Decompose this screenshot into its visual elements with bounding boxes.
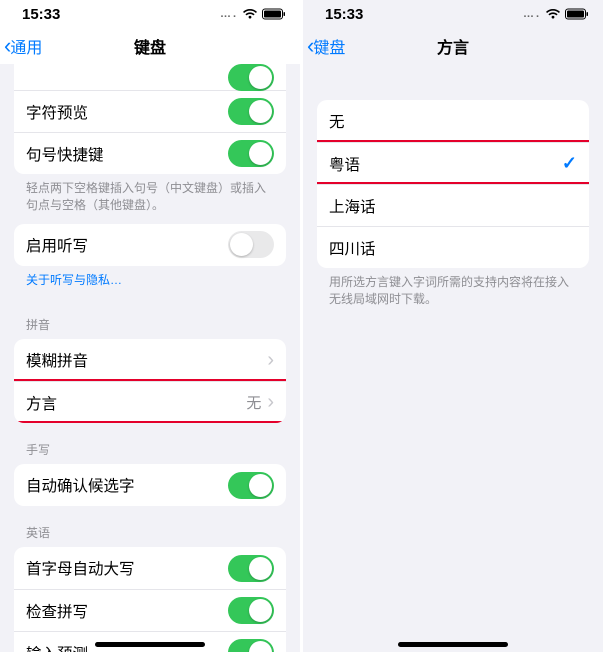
wifi-icon [545, 8, 561, 20]
settings-group-handwrite: 自动确认候选字 [14, 464, 286, 506]
back-button[interactable]: ‹ 键盘 [307, 34, 345, 58]
back-button[interactable]: ‹ 通用 [4, 34, 42, 58]
back-label: 通用 [10, 34, 42, 58]
option-label: 四川话 [329, 237, 376, 259]
option-cantonese[interactable]: 粤语 ✓ [317, 142, 589, 184]
row-dialect[interactable]: 方言 无 › [14, 381, 286, 423]
checkmark-icon: ✓ [562, 153, 577, 174]
row-partial-toggle[interactable] [14, 64, 286, 90]
option-none[interactable]: 无 [317, 100, 589, 142]
toggle-switch[interactable] [228, 140, 274, 167]
dialect-options-group: 无 粤语 ✓ 上海话 四川话 [317, 100, 589, 268]
cellular-icon: …. [220, 8, 238, 20]
page-title: 方言 [437, 34, 469, 58]
cellular-icon: …. [523, 8, 541, 20]
toggle-switch[interactable] [228, 597, 274, 624]
settings-group-english: 首字母自动大写 检查拼写 输入预测 滑行键入时逐词删除 [14, 547, 286, 652]
dialect-content: 无 粤语 ✓ 上海话 四川话 用所选方言键入字词所需的支持内容将在接入无线局域网… [303, 64, 603, 652]
row-enable-dictation[interactable]: 启用听写 [14, 224, 286, 266]
row-label: 输入预测 [26, 642, 88, 652]
phone-screen-dialect-picker: 15:33 …. ‹ 键盘 方言 无 粤语 ✓ 上海话 [303, 0, 603, 652]
status-bar: 15:33 …. [0, 0, 300, 28]
row-label: 自动确认候选字 [26, 474, 135, 496]
row-label: 方言 [26, 392, 57, 414]
toggle-switch[interactable] [228, 555, 274, 582]
home-indicator[interactable] [95, 642, 205, 647]
section-label-english: 英语 [0, 506, 300, 547]
chevron-right-icon: › [267, 391, 274, 414]
caption-period: 轻点两下空格键插入句号（中文键盘）或插入句点与空格（其他键盘）。 [0, 174, 300, 224]
wifi-icon [242, 8, 258, 20]
battery-icon [262, 8, 286, 20]
option-shanghainese[interactable]: 上海话 [317, 184, 589, 226]
row-label: 启用听写 [26, 234, 88, 256]
row-label: 模糊拼音 [26, 349, 88, 371]
row-label: 字符预览 [26, 101, 88, 123]
status-indicators: …. [220, 8, 286, 20]
row-char-preview[interactable]: 字符预览 [14, 90, 286, 132]
section-label-handwrite: 手写 [0, 423, 300, 464]
phone-screen-keyboard-settings: 15:33 …. ‹ 通用 键盘 字符预览 句号快捷键 [0, 0, 300, 652]
row-label: 句号快捷键 [26, 143, 104, 165]
option-sichuanese[interactable]: 四川话 [317, 226, 589, 268]
toggle-switch[interactable] [228, 231, 274, 258]
row-label: 首字母自动大写 [26, 557, 135, 579]
row-label: 检查拼写 [26, 600, 88, 622]
caption-dialect-download: 用所选方言键入字词所需的支持内容将在接入无线局域网时下载。 [303, 268, 603, 318]
option-label: 无 [329, 110, 345, 132]
row-auto-cap[interactable]: 首字母自动大写 [14, 547, 286, 589]
row-value: 无 [246, 392, 261, 413]
settings-group-dictation: 启用听写 [14, 224, 286, 266]
toggle-switch[interactable] [228, 98, 274, 125]
row-auto-confirm[interactable]: 自动确认候选字 [14, 464, 286, 506]
row-check-spelling[interactable]: 检查拼写 [14, 589, 286, 631]
nav-bar: ‹ 通用 键盘 [0, 28, 300, 64]
settings-group-1: 字符预览 句号快捷键 [14, 64, 286, 174]
settings-content: 字符预览 句号快捷键 轻点两下空格键插入句号（中文键盘）或插入句点与空格（其他键… [0, 64, 300, 652]
row-fuzzy-pinyin[interactable]: 模糊拼音 › [14, 339, 286, 381]
option-label: 上海话 [329, 195, 376, 217]
chevron-right-icon: › [267, 349, 274, 372]
toggle-switch[interactable] [228, 472, 274, 499]
status-time: 15:33 [325, 6, 363, 23]
status-indicators: …. [523, 8, 589, 20]
caption-dictation-privacy[interactable]: 关于听写与隐私… [0, 266, 300, 299]
back-label: 键盘 [313, 34, 345, 58]
toggle-switch[interactable] [228, 64, 274, 91]
home-indicator[interactable] [398, 642, 508, 647]
section-label-pinyin: 拼音 [0, 298, 300, 339]
nav-bar: ‹ 键盘 方言 [303, 28, 603, 64]
settings-group-pinyin: 模糊拼音 › 方言 无 › [14, 339, 286, 423]
battery-icon [565, 8, 589, 20]
row-period-shortcut[interactable]: 句号快捷键 [14, 132, 286, 174]
toggle-switch[interactable] [228, 639, 274, 652]
page-title: 键盘 [134, 34, 166, 58]
option-label: 粤语 [329, 153, 360, 175]
status-time: 15:33 [22, 6, 60, 23]
status-bar: 15:33 …. [303, 0, 603, 28]
